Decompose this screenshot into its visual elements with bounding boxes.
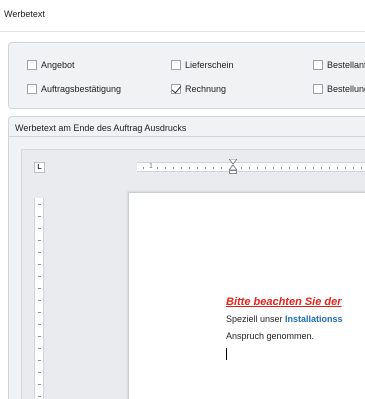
checkbox-label: Auftragsbestätigung bbox=[41, 84, 122, 94]
checkbox-box[interactable] bbox=[27, 60, 37, 70]
section-header: Werbetext bbox=[0, 0, 365, 32]
ruler-number: 1 bbox=[149, 163, 153, 170]
indent-marker-icon[interactable] bbox=[229, 159, 237, 174]
checkbox-bestellung[interactable]: Bestellung bbox=[313, 83, 365, 95]
advertising-text-editor: Werbetext am Ende des Auftrag Ausdrucks … bbox=[8, 116, 365, 399]
checkbox-rechnung[interactable]: Rechnung bbox=[171, 83, 226, 95]
checkbox-lieferschein[interactable]: Lieferschein bbox=[171, 59, 234, 71]
checkbox-label: Angebot bbox=[41, 60, 75, 70]
document-type-options: Angebot Lieferschein Bestellanfı Auftrag… bbox=[8, 42, 365, 109]
document-line-2[interactable]: Anspruch genommen. bbox=[226, 331, 314, 341]
checkbox-box[interactable] bbox=[171, 60, 181, 70]
checkbox-label: Bestellung bbox=[327, 84, 365, 94]
document-heading[interactable]: Bitte beachten Sie der bbox=[226, 296, 342, 308]
document-page[interactable]: Bitte beachten Sie der Speziell unser In… bbox=[128, 192, 365, 399]
text-caret bbox=[226, 348, 227, 360]
checkbox-box[interactable] bbox=[27, 84, 37, 94]
checkbox-box[interactable] bbox=[313, 60, 323, 70]
section-title: Werbetext bbox=[4, 9, 45, 19]
checkbox-label: Rechnung bbox=[185, 84, 227, 94]
checkbox-label: Bestellanfı bbox=[327, 60, 365, 70]
editor-canvas: L 1 Bitte beachten Sie der Speziell unse… bbox=[21, 149, 365, 399]
horizontal-ruler[interactable]: 1 bbox=[137, 159, 365, 174]
document-highlight-text: Installationss bbox=[285, 314, 343, 324]
tab-stop-selector-icon[interactable]: L bbox=[34, 162, 45, 173]
document-text: Speziell unser bbox=[226, 314, 286, 324]
checkbox-angebot[interactable]: Angebot bbox=[27, 59, 75, 71]
checkbox-auftragsbestaetigung[interactable]: Auftragsbestätigung bbox=[27, 83, 121, 95]
vertical-ruler[interactable] bbox=[34, 198, 44, 399]
checkbox-bestellanfrage[interactable]: Bestellanfı bbox=[313, 59, 365, 71]
document-line-1[interactable]: Speziell unser Installationss bbox=[226, 314, 343, 324]
checkbox-box-checked[interactable] bbox=[171, 84, 181, 94]
checkbox-box[interactable] bbox=[313, 84, 323, 94]
checkbox-label: Lieferschein bbox=[185, 60, 234, 70]
editor-title: Werbetext am Ende des Auftrag Ausdrucks bbox=[9, 117, 365, 137]
